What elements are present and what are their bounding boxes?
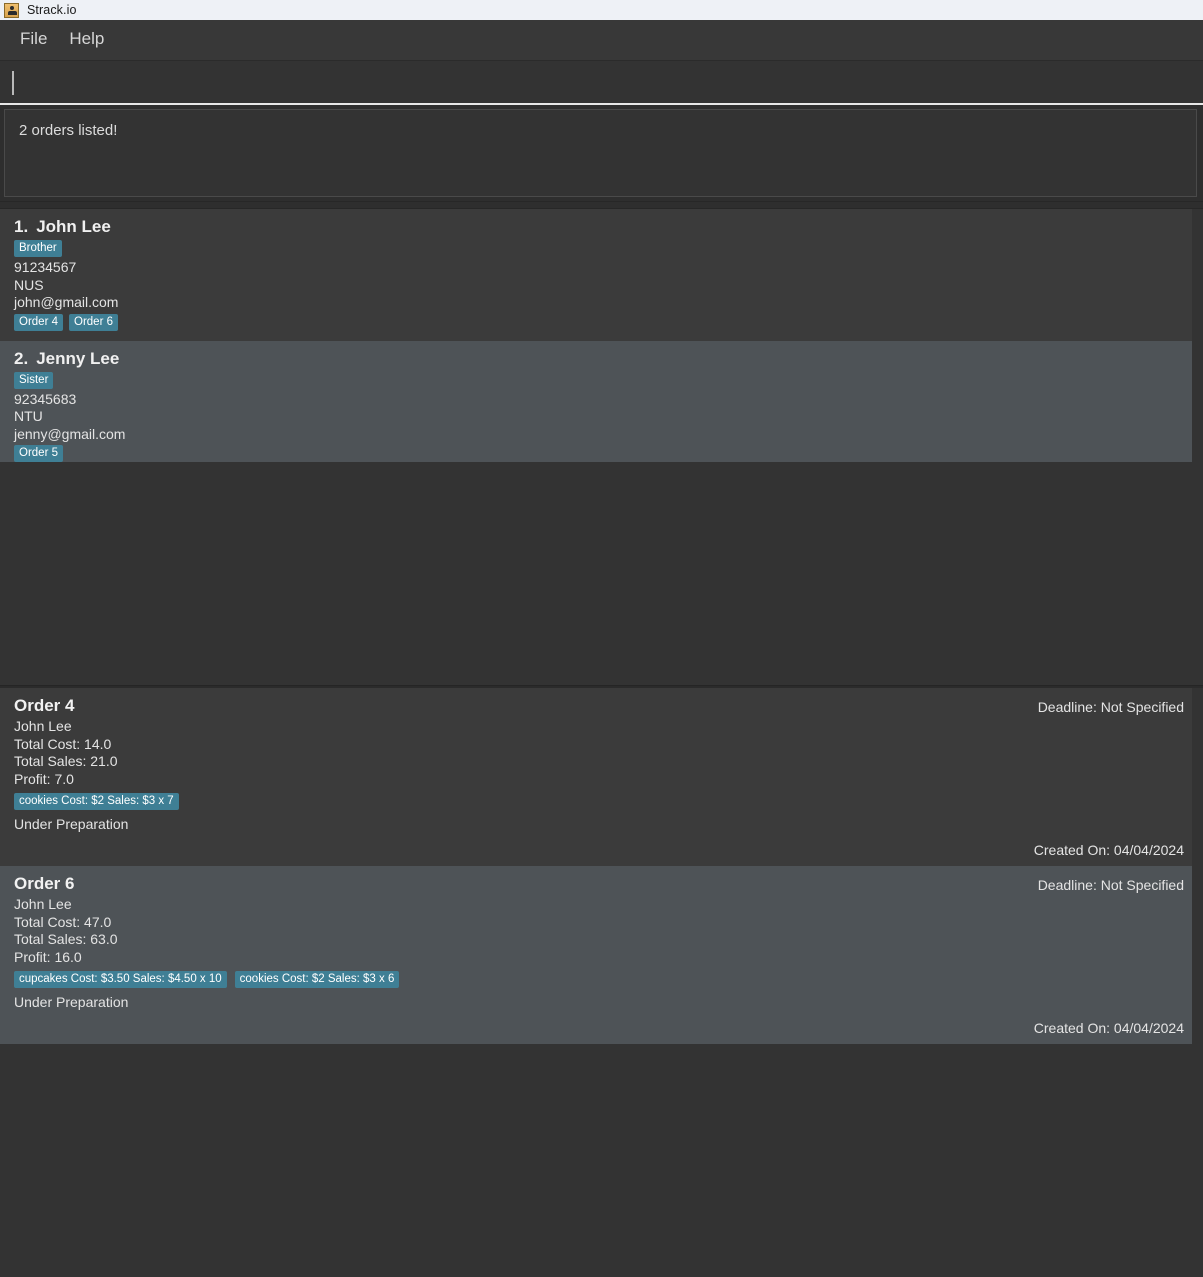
person-card[interactable]: 1. John Lee Brother 91234567 NUS john@gma… xyxy=(0,209,1192,341)
command-box[interactable] xyxy=(0,61,1203,105)
order-item-tags: cupcakes Cost: $3.50 Sales: $4.50 x 10 c… xyxy=(14,971,1192,989)
order-total-cost: Total Cost: 47.0 xyxy=(14,913,112,930)
order-item-tag[interactable]: cookies Cost: $2 Sales: $3 x 7 xyxy=(14,793,179,811)
order-list-panel[interactable]: Order 4 John Lee Total Cost: 14.0 Total … xyxy=(0,688,1203,1054)
text-caret xyxy=(12,71,14,95)
person-email: jenny@gmail.com xyxy=(14,425,126,442)
title-bar: Strack.io xyxy=(0,0,1203,20)
order-status: Under Preparation xyxy=(14,994,129,1011)
order-profit: Profit: 16.0 xyxy=(14,948,82,965)
order-customer: John Lee xyxy=(14,718,72,734)
person-list-empty-area xyxy=(0,462,1203,685)
order-item-tags: cookies Cost: $2 Sales: $3 x 7 xyxy=(14,793,1192,811)
person-relationship-tags: Sister xyxy=(14,371,1192,389)
order-deadline: Deadline: Not Specified xyxy=(1037,877,1184,893)
person-card[interactable]: 2. Jenny Lee Sister 92345683 NTU jenny@gm… xyxy=(0,340,1192,462)
result-display-panel: 2 orders listed! xyxy=(0,105,1203,201)
person-name: Jenny Lee xyxy=(36,348,120,368)
person-name-row: 2. Jenny Lee xyxy=(14,349,1192,369)
order-total-cost: Total Cost: 14.0 xyxy=(14,735,112,752)
person-address: NUS xyxy=(14,276,44,293)
order-created-on: Created On: 04/04/2024 xyxy=(1033,1020,1184,1036)
order-deadline: Deadline: Not Specified xyxy=(1037,699,1184,715)
relationship-tag[interactable]: Brother xyxy=(14,240,62,258)
order-item-tag[interactable]: cupcakes Cost: $3.50 Sales: $4.50 x 10 xyxy=(14,971,227,989)
person-order-tags: Order 4 Order 6 xyxy=(14,313,1192,331)
order-list-empty-area xyxy=(0,1054,1203,1277)
window-title: Strack.io xyxy=(27,3,77,17)
order-status: Under Preparation xyxy=(14,816,129,833)
person-list-panel[interactable]: 1. John Lee Brother 91234567 NUS john@gma… xyxy=(0,209,1203,462)
order-total-sales: Total Sales: 21.0 xyxy=(14,753,118,769)
person-name: John Lee xyxy=(36,217,111,236)
person-name-row: 1. John Lee xyxy=(14,217,1192,237)
result-message: 2 orders listed! xyxy=(19,122,118,139)
result-display-box: 2 orders listed! xyxy=(4,109,1197,197)
order-card[interactable]: Order 6 John Lee Total Cost: 47.0 Total … xyxy=(0,866,1192,1044)
order-profit: Profit: 7.0 xyxy=(14,770,74,787)
person-phone: 91234567 xyxy=(14,259,77,276)
java-app-icon xyxy=(4,2,19,18)
menu-item-file[interactable]: File xyxy=(9,27,58,53)
person-email: john@gmail.com xyxy=(14,294,119,311)
person-index: 1. xyxy=(14,217,29,236)
order-tag[interactable]: Order 5 xyxy=(14,445,63,462)
person-order-tags: Order 5 xyxy=(14,445,1192,462)
application-window: Strack.io File Help 2 orders listed! 1. J… xyxy=(0,0,1203,1277)
order-total-sales: Total Sales: 63.0 xyxy=(14,931,118,947)
order-title: Order 4 xyxy=(14,696,75,715)
order-created-on: Created On: 04/04/2024 xyxy=(1033,842,1184,858)
menu-item-help[interactable]: Help xyxy=(58,27,115,53)
order-tag[interactable]: Order 6 xyxy=(69,313,118,331)
order-title: Order 6 xyxy=(14,874,75,893)
order-item-tag[interactable]: cookies Cost: $2 Sales: $3 x 6 xyxy=(234,971,400,989)
person-address: NTU xyxy=(14,408,43,425)
person-phone: 92345683 xyxy=(14,390,77,407)
order-card[interactable]: Order 4 John Lee Total Cost: 14.0 Total … xyxy=(0,688,1192,866)
person-relationship-tags: Brother xyxy=(14,240,1192,258)
menu-bar: File Help xyxy=(0,20,1203,61)
person-index: 2. xyxy=(14,348,29,368)
order-customer: John Lee xyxy=(14,896,72,912)
command-input[interactable] xyxy=(0,73,1203,91)
panel-separator-top xyxy=(0,201,1203,209)
order-tag[interactable]: Order 4 xyxy=(14,313,63,331)
relationship-tag[interactable]: Sister xyxy=(14,371,54,389)
